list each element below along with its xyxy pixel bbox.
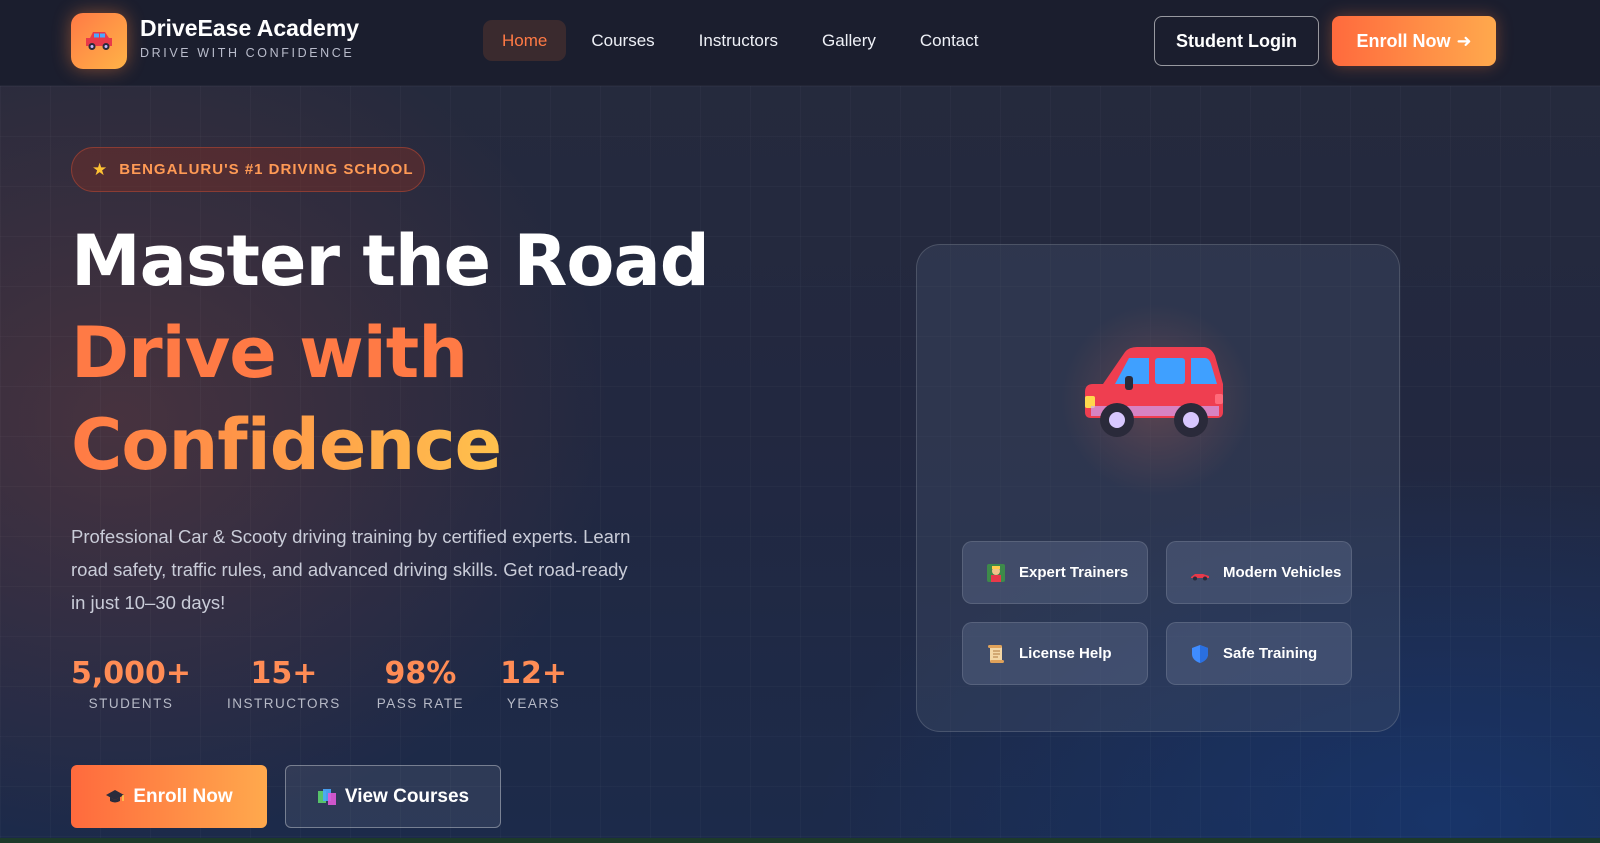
scroll-icon xyxy=(988,644,1004,663)
view-courses-label: View Courses xyxy=(344,785,470,807)
arrow-right-icon: ➜ xyxy=(1456,30,1472,51)
stat-years: 12+ YEARS xyxy=(500,656,567,711)
feature-safe-training[interactable]: Safe Training xyxy=(1166,622,1352,685)
nav-link-home[interactable]: Home xyxy=(483,20,567,61)
race-car-icon xyxy=(1191,573,1209,580)
stat-value: 15+ xyxy=(250,656,318,691)
stat-students: 5,000+ STUDENTS xyxy=(71,656,191,711)
student-login-button[interactable]: Student Login xyxy=(1154,16,1319,66)
feature-license-help[interactable]: License Help xyxy=(962,622,1148,685)
shield-icon xyxy=(1192,644,1208,663)
logo[interactable] xyxy=(71,13,127,69)
ranking-badge: ★ BENGALURU'S #1 DRIVING SCHOOL xyxy=(71,147,425,192)
hero-description: Professional Car & Scooty driving traini… xyxy=(71,526,631,613)
bottom-divider xyxy=(0,838,1600,843)
view-courses-button[interactable]: View Courses xyxy=(285,765,501,828)
hero-title-line2: Drive with xyxy=(71,312,468,394)
trainer-icon xyxy=(987,563,1005,582)
stat-label: PASS RATE xyxy=(376,696,465,711)
stat-value: 5,000+ xyxy=(71,656,192,691)
stat-value: 98% xyxy=(384,656,457,691)
stat-instructors: 15+ INSTRUCTORS xyxy=(227,656,341,711)
feature-modern-vehicles[interactable]: Modern Vehicles xyxy=(1166,541,1352,604)
badge-text: BENGALURU'S #1 DRIVING SCHOOL xyxy=(119,161,414,178)
stat-label: YEARS xyxy=(506,696,561,711)
stat-value: 12+ xyxy=(500,656,567,691)
feature-label: License Help xyxy=(1019,645,1112,662)
hero-title-line3: Confidence xyxy=(71,404,502,486)
nav-link-gallery[interactable]: Gallery xyxy=(803,20,895,61)
nav-menu: Home Courses Instructors Gallery Contact xyxy=(483,20,997,61)
enroll-now-nav-button[interactable]: Enroll Now ➜ xyxy=(1332,16,1496,66)
nav-link-contact[interactable]: Contact xyxy=(901,20,998,61)
feature-expert-trainers[interactable]: Expert Trainers xyxy=(962,541,1148,604)
nav-link-instructors[interactable]: Instructors xyxy=(680,20,797,61)
books-icon xyxy=(317,788,336,805)
nav-link-courses[interactable]: Courses xyxy=(572,20,673,61)
brand-tagline: DRIVE WITH CONFIDENCE xyxy=(140,46,355,60)
car-illustration-icon xyxy=(1085,347,1223,437)
feature-label: Safe Training xyxy=(1223,645,1318,662)
car-icon xyxy=(86,32,112,50)
stat-pass-rate: 98% PASS RATE xyxy=(377,656,464,711)
star-icon: ★ xyxy=(92,159,108,179)
enroll-now-hero-label: Enroll Now xyxy=(133,785,233,807)
stat-label: STUDENTS xyxy=(88,696,174,711)
feature-label: Modern Vehicles xyxy=(1223,564,1342,581)
stats-row: 5,000+ STUDENTS 15+ INSTRUCTORS 98% PASS… xyxy=(71,656,603,711)
navbar: DriveEase Academy DRIVE WITH CONFIDENCE … xyxy=(0,0,1600,86)
feature-label: Expert Trainers xyxy=(1019,564,1129,581)
brand-name: DriveEase Academy xyxy=(140,15,360,41)
graduation-cap-icon xyxy=(106,789,125,802)
hero-title-line1: Master the Road xyxy=(71,220,710,302)
enroll-now-label: Enroll Now xyxy=(1356,30,1451,51)
enroll-now-hero-button[interactable]: Enroll Now xyxy=(71,765,267,828)
stat-label: INSTRUCTORS xyxy=(227,696,341,711)
